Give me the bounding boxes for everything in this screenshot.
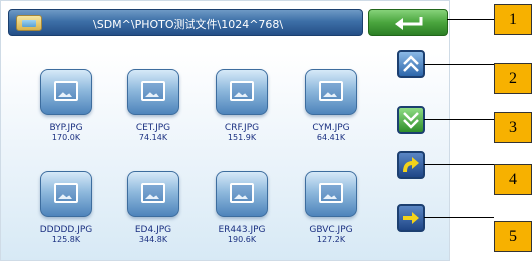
curved-arrow-icon xyxy=(403,157,419,173)
image-file-icon xyxy=(216,171,268,217)
file-size: 127.2K xyxy=(316,235,346,244)
callout-2: 2 xyxy=(494,63,532,94)
double-chevron-down-icon xyxy=(403,112,419,129)
callout-4: 4 xyxy=(494,164,532,195)
file-name: CET.JPG xyxy=(135,123,171,133)
file-item[interactable]: ED4.JPG 344.8K xyxy=(108,171,198,266)
file-item[interactable]: BYP.JPG 170.0K xyxy=(21,69,111,164)
current-path: \SDM^\PHOTO测试文件\1024^768\ xyxy=(93,18,284,31)
arrow-right-icon xyxy=(403,212,419,224)
callout-line xyxy=(424,64,494,65)
image-file-icon xyxy=(305,171,357,217)
file-size: 151.9K xyxy=(227,133,257,142)
back-button[interactable] xyxy=(368,9,448,36)
callout-line xyxy=(424,119,494,120)
file-name: ER443.JPG xyxy=(218,225,266,235)
next-button[interactable] xyxy=(397,204,425,232)
file-name: GBVC.JPG xyxy=(309,225,353,235)
callout-line xyxy=(447,19,494,20)
callout-3: 3 xyxy=(494,112,532,143)
path-bar: \SDM^\PHOTO测试文件\1024^768\ xyxy=(8,9,363,36)
image-file-icon xyxy=(40,69,92,115)
callout-line xyxy=(424,217,494,218)
file-name: DDDDD.JPG xyxy=(39,225,93,235)
file-size: 74.14K xyxy=(138,133,168,142)
file-size: 64.41K xyxy=(316,133,346,142)
file-name: BYP.JPG xyxy=(49,123,83,133)
file-size: 170.0K xyxy=(51,133,81,142)
file-name: ED4.JPG xyxy=(134,225,172,235)
page-down-button[interactable] xyxy=(397,106,425,134)
callout-1: 1 xyxy=(494,4,532,35)
file-item[interactable]: CRF.JPG 151.9K xyxy=(197,69,287,164)
image-file-icon xyxy=(216,69,268,115)
file-browser-window: \SDM^\PHOTO测试文件\1024^768\ BYP.JPG 170.0K… xyxy=(0,0,450,261)
image-file-icon xyxy=(127,69,179,115)
callout-line xyxy=(424,164,494,165)
file-item[interactable]: CET.JPG 74.14K xyxy=(108,69,198,164)
file-item[interactable]: DDDDD.JPG 125.8K xyxy=(21,171,111,266)
image-file-icon xyxy=(305,69,357,115)
file-size: 344.8K xyxy=(138,235,168,244)
return-arrow-icon xyxy=(395,17,423,30)
jump-button[interactable] xyxy=(397,151,425,179)
photo-folder-icon xyxy=(16,15,42,31)
file-item[interactable]: CYM.JPG 64.41K xyxy=(286,69,376,164)
file-size: 125.8K xyxy=(51,235,81,244)
image-file-icon xyxy=(40,171,92,217)
page-up-button[interactable] xyxy=(397,50,425,78)
double-chevron-up-icon xyxy=(403,55,419,72)
file-name: CYM.JPG xyxy=(312,123,350,133)
callout-5: 5 xyxy=(494,221,532,252)
file-item[interactable]: GBVC.JPG 127.2K xyxy=(286,171,376,266)
file-item[interactable]: ER443.JPG 190.6K xyxy=(197,171,287,266)
image-file-icon xyxy=(127,171,179,217)
file-size: 190.6K xyxy=(227,235,257,244)
file-name: CRF.JPG xyxy=(224,123,260,133)
